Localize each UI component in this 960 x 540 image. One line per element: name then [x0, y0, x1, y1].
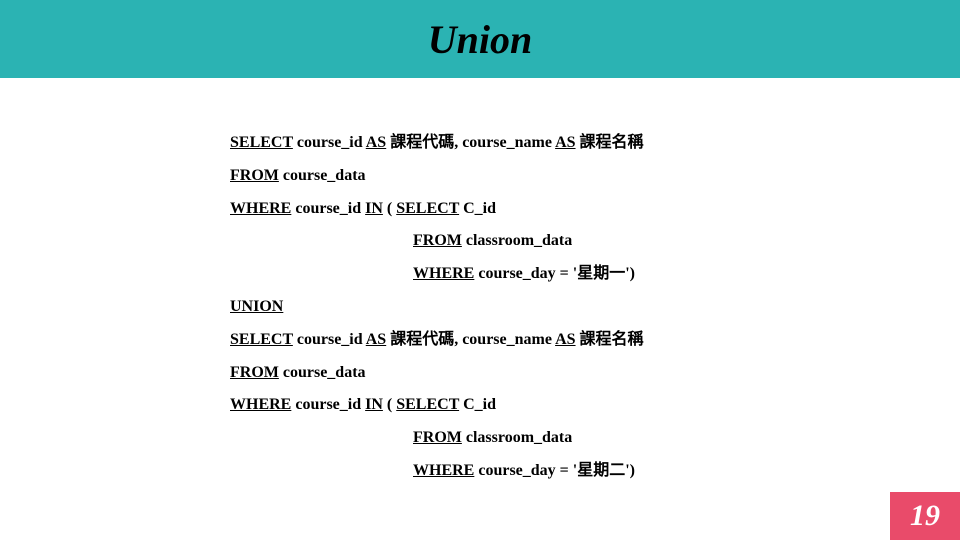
sql-line-5: WHERE course_day = '星期一')	[230, 264, 960, 285]
text: 課程代碼, course_name	[386, 331, 555, 348]
page-number: 19	[890, 492, 960, 540]
keyword-in: IN	[365, 200, 383, 217]
keyword-select: SELECT	[396, 396, 459, 413]
text: C_id	[459, 200, 496, 217]
sql-line-11: WHERE course_day = '星期二')	[230, 461, 960, 482]
keyword-as: AS	[555, 134, 575, 151]
keyword-from: FROM	[230, 364, 279, 381]
sql-line-6: UNION	[230, 297, 960, 318]
keyword-union: UNION	[230, 298, 283, 315]
sql-line-1: SELECT course_id AS 課程代碼, course_name AS…	[230, 133, 960, 154]
text: course_id	[291, 396, 365, 413]
sql-content: SELECT course_id AS 課程代碼, course_name AS…	[0, 133, 960, 482]
text: course_day = '星期一')	[474, 265, 635, 282]
text: course_id	[293, 134, 366, 151]
text: classroom_data	[462, 232, 572, 249]
sql-line-4: FROM classroom_data	[230, 231, 960, 252]
text: classroom_data	[462, 429, 572, 446]
text: (	[383, 200, 396, 217]
keyword-where: WHERE	[413, 462, 474, 479]
keyword-from: FROM	[413, 232, 462, 249]
keyword-select: SELECT	[396, 200, 459, 217]
text: course_data	[279, 167, 366, 184]
keyword-from: FROM	[230, 167, 279, 184]
keyword-where: WHERE	[230, 396, 291, 413]
keyword-as: AS	[366, 134, 386, 151]
keyword-where: WHERE	[230, 200, 291, 217]
sql-line-7: SELECT course_id AS 課程代碼, course_name AS…	[230, 330, 960, 351]
text: course_id	[291, 200, 365, 217]
title-bar: Union	[0, 0, 960, 78]
spacer	[0, 78, 960, 133]
sql-line-10: FROM classroom_data	[230, 428, 960, 449]
slide-title: Union	[428, 16, 533, 63]
text: course_id	[293, 331, 366, 348]
keyword-as: AS	[366, 331, 386, 348]
sql-line-9: WHERE course_id IN ( SELECT C_id	[230, 395, 960, 416]
keyword-from: FROM	[413, 429, 462, 446]
keyword-where: WHERE	[413, 265, 474, 282]
text: course_day = '星期二')	[474, 462, 635, 479]
keyword-as: AS	[555, 331, 575, 348]
text: 課程名稱	[576, 134, 644, 151]
keyword-in: IN	[365, 396, 383, 413]
sql-line-8: FROM course_data	[230, 363, 960, 384]
text: 課程名稱	[576, 331, 644, 348]
text: (	[383, 396, 396, 413]
text: C_id	[459, 396, 496, 413]
text: 課程代碼, course_name	[386, 134, 555, 151]
sql-line-3: WHERE course_id IN ( SELECT C_id	[230, 199, 960, 220]
keyword-select: SELECT	[230, 331, 293, 348]
keyword-select: SELECT	[230, 134, 293, 151]
text: course_data	[279, 364, 366, 381]
sql-line-2: FROM course_data	[230, 166, 960, 187]
